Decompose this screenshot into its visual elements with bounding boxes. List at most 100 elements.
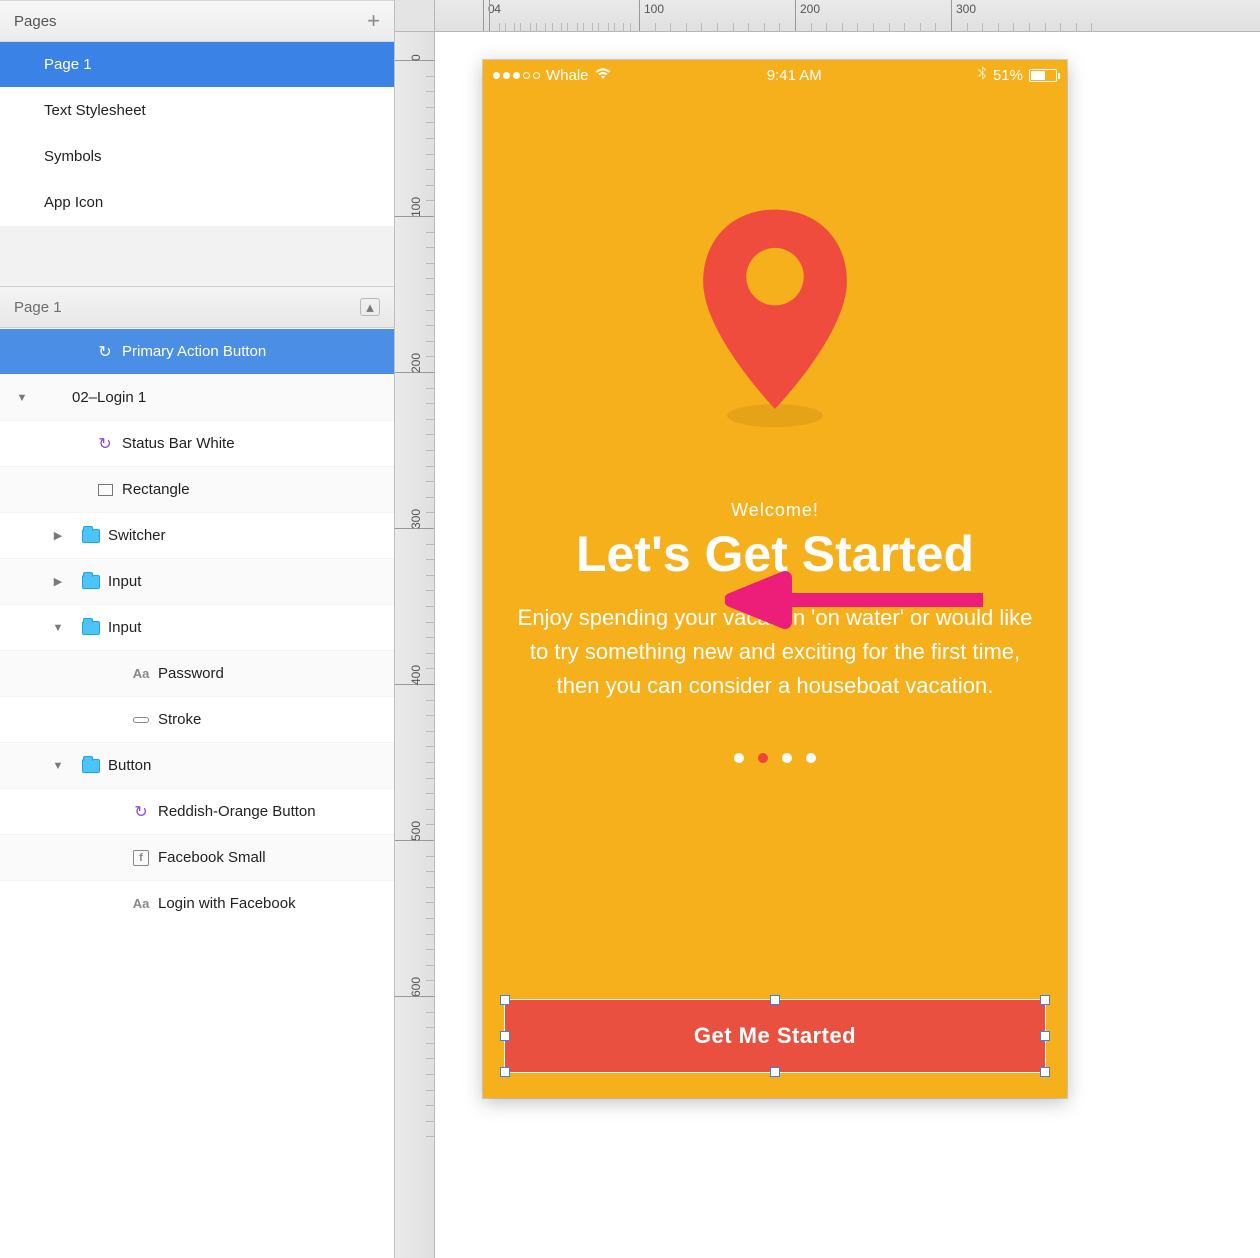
layer-row[interactable]: ▼ Button xyxy=(0,742,394,788)
folder-icon xyxy=(80,621,102,635)
canvas-area: 0 100 200 300 4 0 100 200 300 400 500 600 Whale 9:… xyxy=(395,0,1260,1258)
layer-label: Input xyxy=(108,619,141,636)
page-item-app-icon[interactable]: App Icon xyxy=(0,180,394,226)
pager-dot xyxy=(782,753,792,763)
selection-handle-icon[interactable] xyxy=(500,995,510,1005)
layer-label: Switcher xyxy=(108,527,166,544)
rectangle-icon xyxy=(94,484,116,496)
layer-label: Status Bar White xyxy=(122,435,235,452)
artboard-welcome[interactable]: Whale 9:41 AM 51% xyxy=(483,60,1067,1098)
ruler-tick: 4 xyxy=(489,0,501,31)
headline: Let's Get Started xyxy=(483,525,1067,583)
layer-label: Button xyxy=(108,757,151,774)
signal-dots-icon xyxy=(493,72,540,79)
layer-row[interactable]: ↻Reddish-Orange Button xyxy=(0,788,394,834)
map-pin-icon xyxy=(483,200,1067,430)
add-page-icon[interactable]: + xyxy=(367,8,380,34)
ruler-tick: 100 xyxy=(395,216,434,217)
layer-row[interactable]: ▼02–Login 1 xyxy=(0,374,394,420)
layer-row[interactable]: Stroke xyxy=(0,696,394,742)
selection-handle-icon[interactable] xyxy=(500,1067,510,1077)
cta-label: Get Me Started xyxy=(694,1023,856,1049)
layer-label: Reddish-Orange Button xyxy=(158,803,316,820)
text-icon: Aa xyxy=(130,896,152,911)
pages-header-label: Pages xyxy=(14,13,57,30)
ruler-tick: 600 xyxy=(395,996,434,997)
layers-header-label: Page 1 xyxy=(14,299,62,316)
selection-handle-icon[interactable] xyxy=(770,1067,780,1077)
selection-handle-icon[interactable] xyxy=(1040,1031,1050,1041)
pages-list: Page 1 Text Stylesheet Symbols App Icon xyxy=(0,42,394,226)
ruler-horizontal[interactable]: 01002003004 xyxy=(435,0,1260,32)
status-left: Whale xyxy=(493,67,611,84)
layer-label: Input xyxy=(108,573,141,590)
layer-label: Facebook Small xyxy=(158,849,266,866)
page-item-page1[interactable]: Page 1 xyxy=(0,42,394,88)
ruler-tick: 500 xyxy=(395,840,434,841)
ruler-tick: 200 xyxy=(395,372,434,373)
disclosure-icon[interactable]: ▶ xyxy=(50,575,66,588)
disclosure-icon[interactable]: ▼ xyxy=(50,760,66,772)
page-item-symbols[interactable]: Symbols xyxy=(0,134,394,180)
ruler-vertical[interactable]: 0 100 200 300 400 500 600 xyxy=(395,32,435,1258)
selection-handle-icon[interactable] xyxy=(500,1031,510,1041)
layer-label: Stroke xyxy=(158,711,201,728)
battery-pct: 51% xyxy=(993,67,1023,84)
symbol-icon: ↻ xyxy=(94,434,116,454)
pages-panel: Pages + Page 1 Text Stylesheet Symbols A… xyxy=(0,0,394,286)
pages-header: Pages + xyxy=(0,0,394,42)
folder-icon xyxy=(80,575,102,589)
ruler-tick: 400 xyxy=(395,684,434,685)
layer-row[interactable]: Rectangle xyxy=(0,466,394,512)
pager-dot xyxy=(806,753,816,763)
status-bar: Whale 9:41 AM 51% xyxy=(483,60,1067,90)
facebook-icon: f xyxy=(130,850,152,866)
layer-row[interactable]: ↻ Primary Action Button xyxy=(0,328,394,374)
cta-selection[interactable]: Get Me Started xyxy=(505,1000,1045,1072)
layer-label: Login with Facebook xyxy=(158,895,296,912)
symbol-icon: ↻ xyxy=(94,342,116,362)
selection-handle-icon[interactable] xyxy=(1040,1067,1050,1077)
layer-row[interactable]: Aa Password xyxy=(0,650,394,696)
canvas[interactable]: Whale 9:41 AM 51% xyxy=(435,32,1260,1258)
ruler-tick: 200 xyxy=(795,0,820,31)
line-icon xyxy=(130,717,152,723)
ruler-tick: 300 xyxy=(951,0,976,31)
cta-button[interactable]: Get Me Started xyxy=(505,1000,1045,1072)
ruler-origin[interactable] xyxy=(395,0,435,32)
selection-handle-icon[interactable] xyxy=(1040,995,1050,1005)
ruler-tick: 300 xyxy=(395,528,434,529)
layer-label: Primary Action Button xyxy=(122,343,266,360)
layer-label: Password xyxy=(158,665,224,682)
pages-filler xyxy=(0,226,394,286)
pager-dot xyxy=(758,753,768,763)
page-indicator xyxy=(483,753,1067,763)
sidebar: Pages + Page 1 Text Stylesheet Symbols A… xyxy=(0,0,395,1258)
body-text: Enjoy spending your vacation 'on water' … xyxy=(511,601,1039,703)
layer-row[interactable]: ▼ Input xyxy=(0,604,394,650)
layer-row[interactable]: f Facebook Small xyxy=(0,834,394,880)
welcome-label: Welcome! xyxy=(483,500,1067,521)
bluetooth-icon xyxy=(978,66,987,84)
layer-row[interactable]: ▶ Switcher xyxy=(0,512,394,558)
selection-handle-icon[interactable] xyxy=(770,995,780,1005)
disclosure-icon[interactable]: ▼ xyxy=(14,392,30,404)
ruler-tick: 0 xyxy=(395,60,434,61)
disclosure-icon[interactable]: ▶ xyxy=(50,529,66,542)
battery-icon xyxy=(1029,69,1057,82)
layer-row[interactable]: ▶ Input xyxy=(0,558,394,604)
layers-list: ↻ Primary Action Button ▼02–Login 1 ↻ Status… xyxy=(0,328,394,1258)
folder-icon xyxy=(80,759,102,773)
wifi-icon xyxy=(595,67,611,83)
ruler-tick: 100 xyxy=(639,0,664,31)
layer-row[interactable]: ↻ Status Bar White xyxy=(0,420,394,466)
collapse-icon[interactable]: ▴ xyxy=(360,298,380,316)
layer-row[interactable]: Aa Login with Facebook xyxy=(0,880,394,926)
status-right: 51% xyxy=(978,66,1057,84)
status-time: 9:41 AM xyxy=(767,67,822,84)
page-item-text-stylesheet[interactable]: Text Stylesheet xyxy=(0,88,394,134)
pager-dot xyxy=(734,753,744,763)
folder-icon xyxy=(80,529,102,543)
disclosure-icon[interactable]: ▼ xyxy=(50,622,66,634)
text-icon: Aa xyxy=(130,666,152,681)
